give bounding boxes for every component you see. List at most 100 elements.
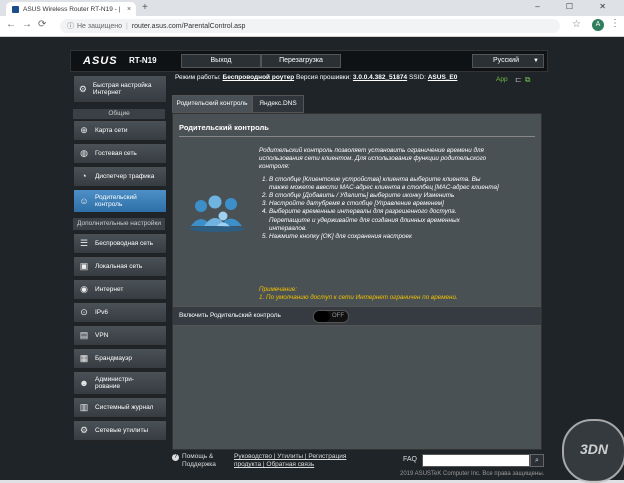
- browser-tab-strip: ASUS Wireless Router RT-N19 - | × + – ☐ …: [0, 0, 624, 16]
- instructions: Родительский контроль позволяет установи…: [259, 147, 499, 241]
- instructions-steps: В столбце [Клиентские устройства] клиент…: [259, 176, 499, 242]
- sidebar-item-ipv6[interactable]: ⊙ IPv6: [73, 302, 167, 323]
- info-icon[interactable]: ⓘ: [67, 21, 74, 31]
- usb-status-icon[interactable]: ⊏: [515, 75, 525, 84]
- mode-link[interactable]: Беспроводной роутер: [223, 74, 295, 81]
- browser-tab-title: ASUS Wireless Router RT-N19 - |: [23, 5, 121, 13]
- wireless-icon: ☰: [79, 238, 89, 248]
- security-status: Не защищено: [77, 22, 122, 30]
- sidebar-item-network-map[interactable]: ⊕ Карта сети: [73, 120, 167, 141]
- sidebar-item-label: Быстрая настройка Интернет: [92, 82, 152, 96]
- vpn-icon: ▤: [79, 330, 89, 340]
- sidebar-group-general: Общие: [73, 109, 165, 119]
- close-tab-icon[interactable]: ×: [127, 6, 131, 13]
- firmware-link[interactable]: 3.0.0.4.382_51874: [353, 74, 407, 81]
- network-map-icon: ⊕: [80, 125, 88, 135]
- reload-button[interactable]: ⟳: [38, 20, 46, 30]
- sidebar-item-firewall[interactable]: ▦ Брандмауэр: [73, 348, 167, 369]
- language-value: Русский: [493, 57, 519, 64]
- tab-parental-control[interactable]: Родительский контроль: [172, 95, 252, 113]
- family-illustration-icon: [189, 195, 245, 232]
- language-select[interactable]: Русский ▼: [472, 54, 544, 68]
- reboot-button[interactable]: Перезагрузка: [261, 54, 341, 68]
- sidebar-item-lan[interactable]: ▣ Локальная сеть: [73, 256, 167, 277]
- sidebar-item-wireless[interactable]: ☰ Беспроводная сеть: [73, 233, 167, 254]
- sidebar-item-wan[interactable]: ◉ Интернет: [73, 279, 167, 300]
- ssid-link[interactable]: ASUS_E0: [428, 74, 458, 81]
- wan-icon: ◉: [80, 284, 88, 294]
- sidebar-item-label: Администри-рование: [95, 376, 135, 390]
- back-button[interactable]: ←: [6, 20, 16, 30]
- footer: ? Помощь & Поддержка Руководство | Утилит…: [172, 453, 546, 473]
- sidebar-item-traffic-manager[interactable]: ◔ Диспетчер трафика: [73, 166, 167, 187]
- chevron-down-icon: ▼: [533, 58, 539, 64]
- help-label: Помощь &: [182, 453, 214, 460]
- sidebar-item-vpn[interactable]: ▤ VPN: [73, 325, 167, 346]
- address-bar[interactable]: ⓘ Не защищено | router.asus.com/Parental…: [60, 19, 560, 33]
- browser-toolbar: ← → ⟳ ⓘ Не защищено | router.asus.com/Pa…: [0, 16, 624, 37]
- network-status-icon[interactable]: ⧉: [525, 75, 534, 84]
- sidebar-item-label: VPN: [95, 332, 109, 339]
- sidebar-item-label: Родительский контроль: [95, 194, 137, 208]
- status-icons: ⊏⧉: [515, 75, 533, 85]
- sidebar-item-administration[interactable]: ☻ Администри-рование: [73, 371, 167, 395]
- sidebar-item-quick-setup[interactable]: ⚙ Быстрая настройка Интернет: [73, 75, 167, 103]
- router-model: RT-N19: [129, 56, 157, 65]
- app-link[interactable]: App: [496, 76, 508, 83]
- sidebar-item-label: Брандмауэр: [95, 355, 132, 362]
- tab-yandex-dns[interactable]: Яндекс.DNS: [252, 95, 304, 113]
- toggle-state: OFF: [332, 313, 344, 319]
- sidebar-item-label: IPv6: [95, 309, 109, 316]
- sidebar-item-network-tools[interactable]: ⚙ Сетевые утилиты: [73, 420, 167, 441]
- ipv6-icon: ⊙: [80, 307, 88, 317]
- note-title: Примечание:: [259, 286, 298, 293]
- administration-icon: ☻: [79, 377, 89, 388]
- parental-control-panel: Родительский контроль Родительский контр…: [172, 113, 542, 450]
- sidebar-item-label: Карта сети: [95, 127, 128, 134]
- firmware-label: Версия прошивки:: [295, 74, 352, 81]
- instructions-intro: Родительский контроль позволяет установи…: [259, 147, 487, 171]
- sidebar-item-guest-network[interactable]: ◍ Гостевая сеть: [73, 143, 167, 164]
- system-log-icon: ▥: [79, 402, 89, 412]
- guest-network-icon: ◍: [80, 148, 88, 158]
- sidebar-item-parental-control[interactable]: ☺ Родительский контроль: [73, 189, 167, 213]
- mode-label: Режим работы:: [175, 74, 221, 81]
- help-support-link[interactable]: ? Помощь & Поддержка: [172, 453, 216, 469]
- bookmark-star-icon[interactable]: ☆: [572, 20, 581, 30]
- footer-links[interactable]: Руководство | Утилиты | Регистрация прод…: [234, 453, 346, 469]
- title-divider: [179, 136, 535, 137]
- sidebar-item-label: Системный журнал: [95, 404, 154, 411]
- profile-avatar[interactable]: A: [592, 19, 604, 31]
- footer-links-line2[interactable]: продукта | Обратная связь: [234, 461, 314, 468]
- traffic-manager-icon: ◔: [81, 171, 87, 181]
- enable-parental-control-label: Включить Родительский контроль: [179, 312, 281, 319]
- toggle-knob: [314, 311, 330, 322]
- note-block: Примечание: 1. По умолчанию доступ к сет…: [259, 286, 529, 302]
- firewall-icon: ▦: [79, 353, 89, 363]
- sidebar-item-label: Диспетчер трафика: [95, 173, 155, 180]
- faq-label: FAQ: [403, 456, 418, 463]
- router-header: ASUS RT-N19 Выход Перезагрузка Русский ▼: [70, 50, 548, 72]
- copyright: 2019 ASUSTeK Computer Inc. Все права защ…: [400, 471, 545, 477]
- site-watermark: 3DN: [562, 419, 624, 483]
- faq-search-button[interactable]: ⌕: [530, 454, 544, 467]
- help-icon: ?: [172, 454, 179, 461]
- logout-button[interactable]: Выход: [181, 54, 261, 68]
- footer-links-line1[interactable]: Руководство | Утилиты | Регистрация: [234, 453, 346, 460]
- browser-menu-icon[interactable]: ⋮: [610, 19, 620, 29]
- new-tab-button[interactable]: +: [142, 3, 148, 13]
- step-item: В столбце [Добавить / Удалить] выберите …: [269, 192, 499, 200]
- sidebar-item-label: Беспроводная сеть: [95, 240, 154, 247]
- enable-parental-control-toggle[interactable]: OFF: [313, 310, 349, 323]
- address-separator: |: [126, 22, 128, 30]
- sidebar-item-system-log[interactable]: ▥ Системный журнал: [73, 397, 167, 418]
- forward-button[interactable]: →: [22, 20, 32, 30]
- window-controls[interactable]: – ☐ ✕: [535, 2, 618, 11]
- browser-tab[interactable]: ASUS Wireless Router RT-N19 - | ×: [6, 2, 136, 16]
- sidebar-group-advanced: Дополнительные настройки: [73, 218, 165, 230]
- faq-search-input[interactable]: [422, 454, 530, 467]
- sidebar-item-label: Сетевые утилиты: [95, 427, 149, 434]
- sidebar-item-label: Локальная сеть: [95, 263, 143, 270]
- router-page: ASUS RT-N19 Выход Перезагрузка Русский ▼…: [0, 37, 624, 480]
- url-text[interactable]: router.asus.com/ParentalControl.asp: [132, 23, 246, 30]
